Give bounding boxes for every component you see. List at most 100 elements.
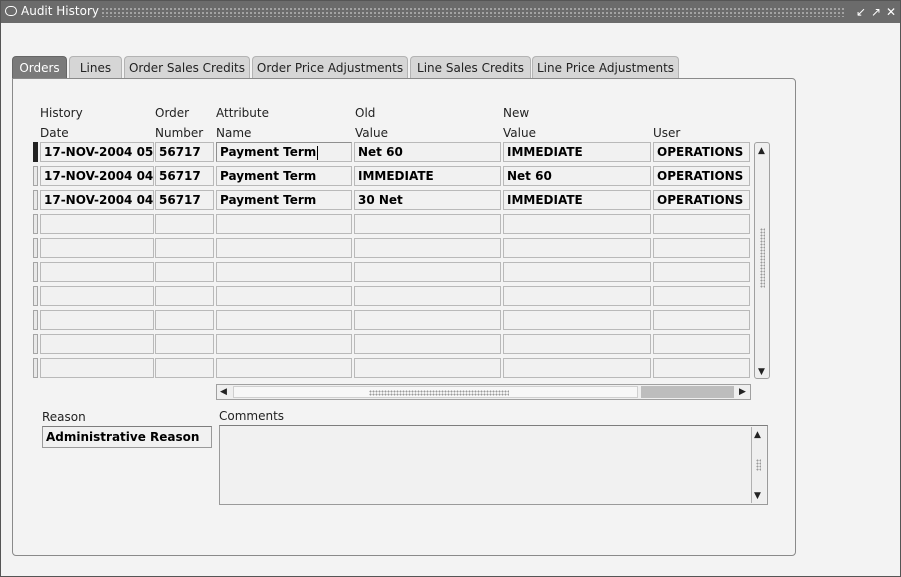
cell-history-date[interactable]: 17-NOV-2004 05:07 [40,142,154,162]
horizontal-scroll-trough[interactable] [641,386,734,398]
cell-user[interactable] [653,238,750,258]
cell-attribute-name[interactable] [216,358,352,378]
maximize-icon[interactable]: ↗ [869,4,883,20]
tab-line-sales-credits[interactable]: Line Sales Credits [410,56,531,79]
cell-user[interactable]: OPERATIONS [653,166,750,186]
cell-new-value[interactable] [503,310,651,330]
cell-old-value[interactable] [354,262,501,282]
cell-old-value[interactable] [354,358,501,378]
scroll-down-icon[interactable]: ▼ [758,367,765,377]
row-indicator[interactable] [33,310,38,330]
cell-attribute-name[interactable]: Payment Term [216,142,352,162]
cell-new-value[interactable] [503,286,651,306]
cell-old-value[interactable] [354,310,501,330]
tab-order-price-adjustments[interactable]: Order Price Adjustments [252,56,408,79]
tab-order-sales-credits[interactable]: Order Sales Credits [124,56,250,79]
cell-new-value[interactable] [503,334,651,354]
cell-user[interactable] [653,310,750,330]
comments-scroll-up-icon[interactable]: ▲ [754,430,761,440]
cell-history-date[interactable] [40,334,154,354]
cell-user[interactable] [653,262,750,282]
cell-attribute-name[interactable]: Payment Term [216,190,352,210]
row-indicator[interactable] [33,262,38,282]
tab-orders[interactable]: Orders [12,56,67,80]
row-indicator[interactable] [33,142,38,162]
cell-attribute-name[interactable] [216,286,352,306]
cell-order-number[interactable]: 56717 [155,190,214,210]
row-indicator[interactable] [33,358,38,378]
cell-history-date[interactable] [40,238,154,258]
row-indicator[interactable] [33,238,38,258]
cell-old-value[interactable] [354,334,501,354]
cell-history-date[interactable] [40,358,154,378]
scroll-left-icon[interactable]: ◀ [220,387,227,397]
cell-old-value[interactable] [354,214,501,234]
cell-old-value[interactable]: 30 Net [354,190,501,210]
title-bar[interactable]: Audit History ↙ ↗ ✕ [1,1,900,23]
row-indicator[interactable] [33,286,38,306]
cell-history-date[interactable] [40,214,154,234]
cell-user[interactable] [653,358,750,378]
cell-history-date[interactable]: 17-NOV-2004 04:37 [40,166,154,186]
cell-new-value[interactable]: IMMEDIATE [503,142,651,162]
cell-new-value[interactable] [503,262,651,282]
reason-field[interactable]: Administrative Reason [42,426,212,448]
cell-user[interactable] [653,286,750,306]
cell-history-date[interactable]: 17-NOV-2004 04:33 [40,190,154,210]
comments-scroll-down-icon[interactable]: ▼ [754,491,761,501]
cell-attribute-name[interactable]: Payment Term [216,166,352,186]
horizontal-scroll-thumb[interactable] [233,386,638,398]
cell-order-number[interactable]: 56717 [155,166,214,186]
cell-attribute-name[interactable] [216,238,352,258]
tab-line-price-adjustments[interactable]: Line Price Adjustments [532,56,679,79]
comments-scroll-grip[interactable] [756,459,761,471]
cell-order-number[interactable] [155,262,214,282]
cell-new-value[interactable]: IMMEDIATE [503,190,651,210]
cell-user[interactable] [653,334,750,354]
cell-history-date[interactable] [40,262,154,282]
window-icon [5,6,17,16]
grid-vertical-scrollbar[interactable]: ▲ ▼ [754,142,770,379]
cell-order-number[interactable] [155,358,214,378]
cell-user[interactable] [653,214,750,234]
cell-attribute-name[interactable] [216,310,352,330]
comments-textarea[interactable]: ▲ ▼ [219,425,768,505]
row-indicator[interactable] [33,214,38,234]
cell-attribute-name[interactable] [216,262,352,282]
tab-lines[interactable]: Lines [69,56,122,79]
cell-new-value[interactable] [503,358,651,378]
scroll-up-icon[interactable]: ▲ [758,146,765,156]
row-indicator[interactable] [33,190,38,210]
cell-old-value[interactable] [354,286,501,306]
cell-old-value[interactable]: Net 60 [354,142,501,162]
title-bar-pattern [101,7,846,17]
cell-old-value[interactable]: IMMEDIATE [354,166,501,186]
cell-order-number[interactable]: 56717 [155,142,214,162]
cell-order-number[interactable] [155,286,214,306]
cell-attribute-name[interactable] [216,214,352,234]
header-history: History [40,106,83,120]
cell-history-date[interactable] [40,310,154,330]
cell-new-value[interactable] [503,214,651,234]
cell-user[interactable]: OPERATIONS [653,142,750,162]
cell-user[interactable]: OPERATIONS [653,190,750,210]
cell-old-value[interactable] [354,238,501,258]
header-number: Number [155,126,204,140]
grid-horizontal-scrollbar[interactable]: ◀ ▶ [216,384,751,400]
cell-new-value[interactable] [503,238,651,258]
row-indicator[interactable] [33,166,38,186]
cell-order-number[interactable] [155,214,214,234]
window-title: Audit History [21,4,99,18]
cell-order-number[interactable] [155,334,214,354]
cell-new-value[interactable]: Net 60 [503,166,651,186]
scroll-grip[interactable] [760,228,765,288]
comments-scrollbar[interactable]: ▲ ▼ [751,427,766,503]
close-icon[interactable]: ✕ [884,4,898,20]
cell-order-number[interactable] [155,310,214,330]
minimize-icon[interactable]: ↙ [854,4,868,20]
row-indicator[interactable] [33,334,38,354]
cell-attribute-name[interactable] [216,334,352,354]
scroll-right-icon[interactable]: ▶ [739,387,746,397]
cell-order-number[interactable] [155,238,214,258]
cell-history-date[interactable] [40,286,154,306]
